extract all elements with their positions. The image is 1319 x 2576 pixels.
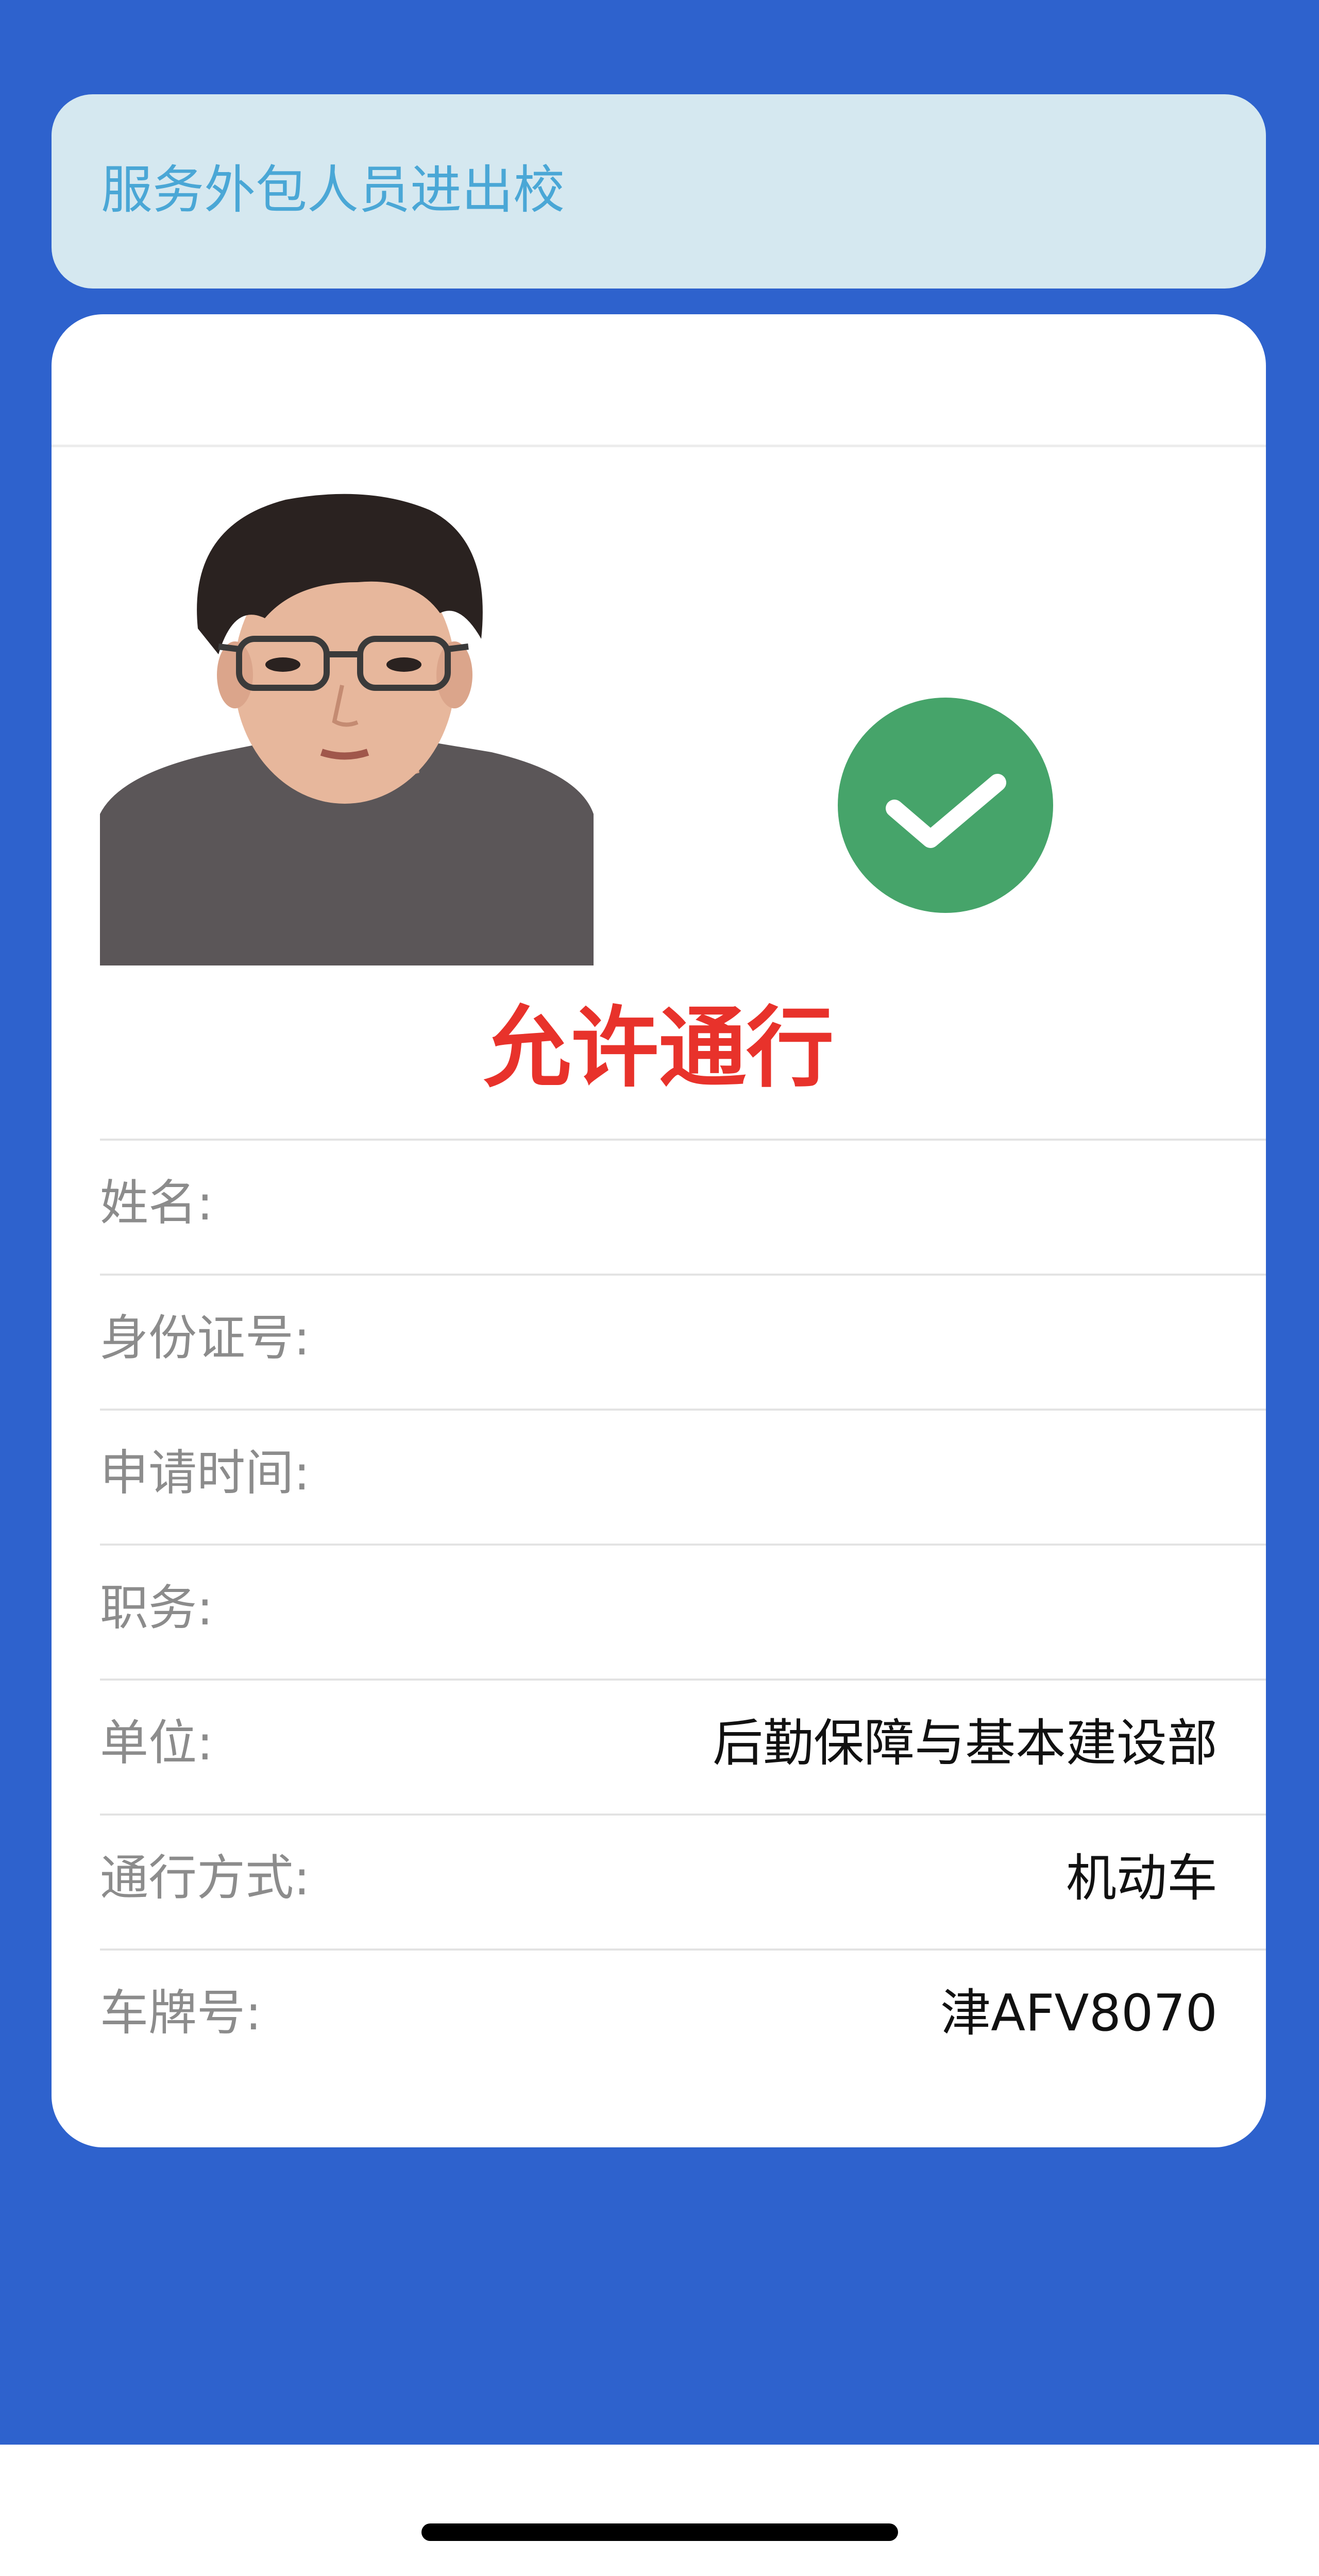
row-label: 单位: xyxy=(100,1715,213,1771)
info-row-unit: 单位: 后勤保障与基本建设部 xyxy=(100,1679,1266,1814)
avatar-photo xyxy=(100,484,594,965)
info-row-apply-time: 申请时间: xyxy=(100,1409,1266,1544)
row-label: 通行方式: xyxy=(100,1850,310,1906)
row-label: 姓名: xyxy=(100,1175,213,1231)
info-list: 姓名: 身份证号: 申请时间: 职务: 单位: 后勤保障与基本建设部 通行方式:… xyxy=(100,1139,1266,2083)
divider xyxy=(52,445,1266,447)
row-value: 机动车 xyxy=(1066,1849,1217,1908)
status-text: 允许通行 xyxy=(483,997,834,1099)
info-row-name: 姓名: xyxy=(100,1139,1266,1274)
info-row-pass-method: 通行方式: 机动车 xyxy=(100,1814,1266,1948)
row-value: 津AFV8070 xyxy=(940,1984,1217,2043)
row-label: 申请时间: xyxy=(100,1445,310,1501)
info-row-position: 职务: xyxy=(100,1544,1266,1679)
row-label: 身份证号: xyxy=(100,1310,310,1366)
header-card: 服务外包人员进出校 xyxy=(52,94,1266,289)
pass-card: 允许通行 姓名: 身份证号: 申请时间: 职务: 单位: 后勤保障与基本建设部 … xyxy=(52,314,1266,2147)
check-circle-icon xyxy=(838,698,1053,913)
row-label: 职务: xyxy=(100,1580,213,1636)
page-title: 服务外包人员进出校 xyxy=(101,160,565,220)
info-row-id-number: 身份证号: xyxy=(100,1274,1266,1409)
info-row-plate-number: 车牌号: 津AFV8070 xyxy=(100,1948,1266,2083)
row-label: 车牌号: xyxy=(100,1985,262,2041)
row-value: 后勤保障与基本建设部 xyxy=(712,1714,1217,1773)
home-indicator[interactable] xyxy=(421,2523,898,2541)
